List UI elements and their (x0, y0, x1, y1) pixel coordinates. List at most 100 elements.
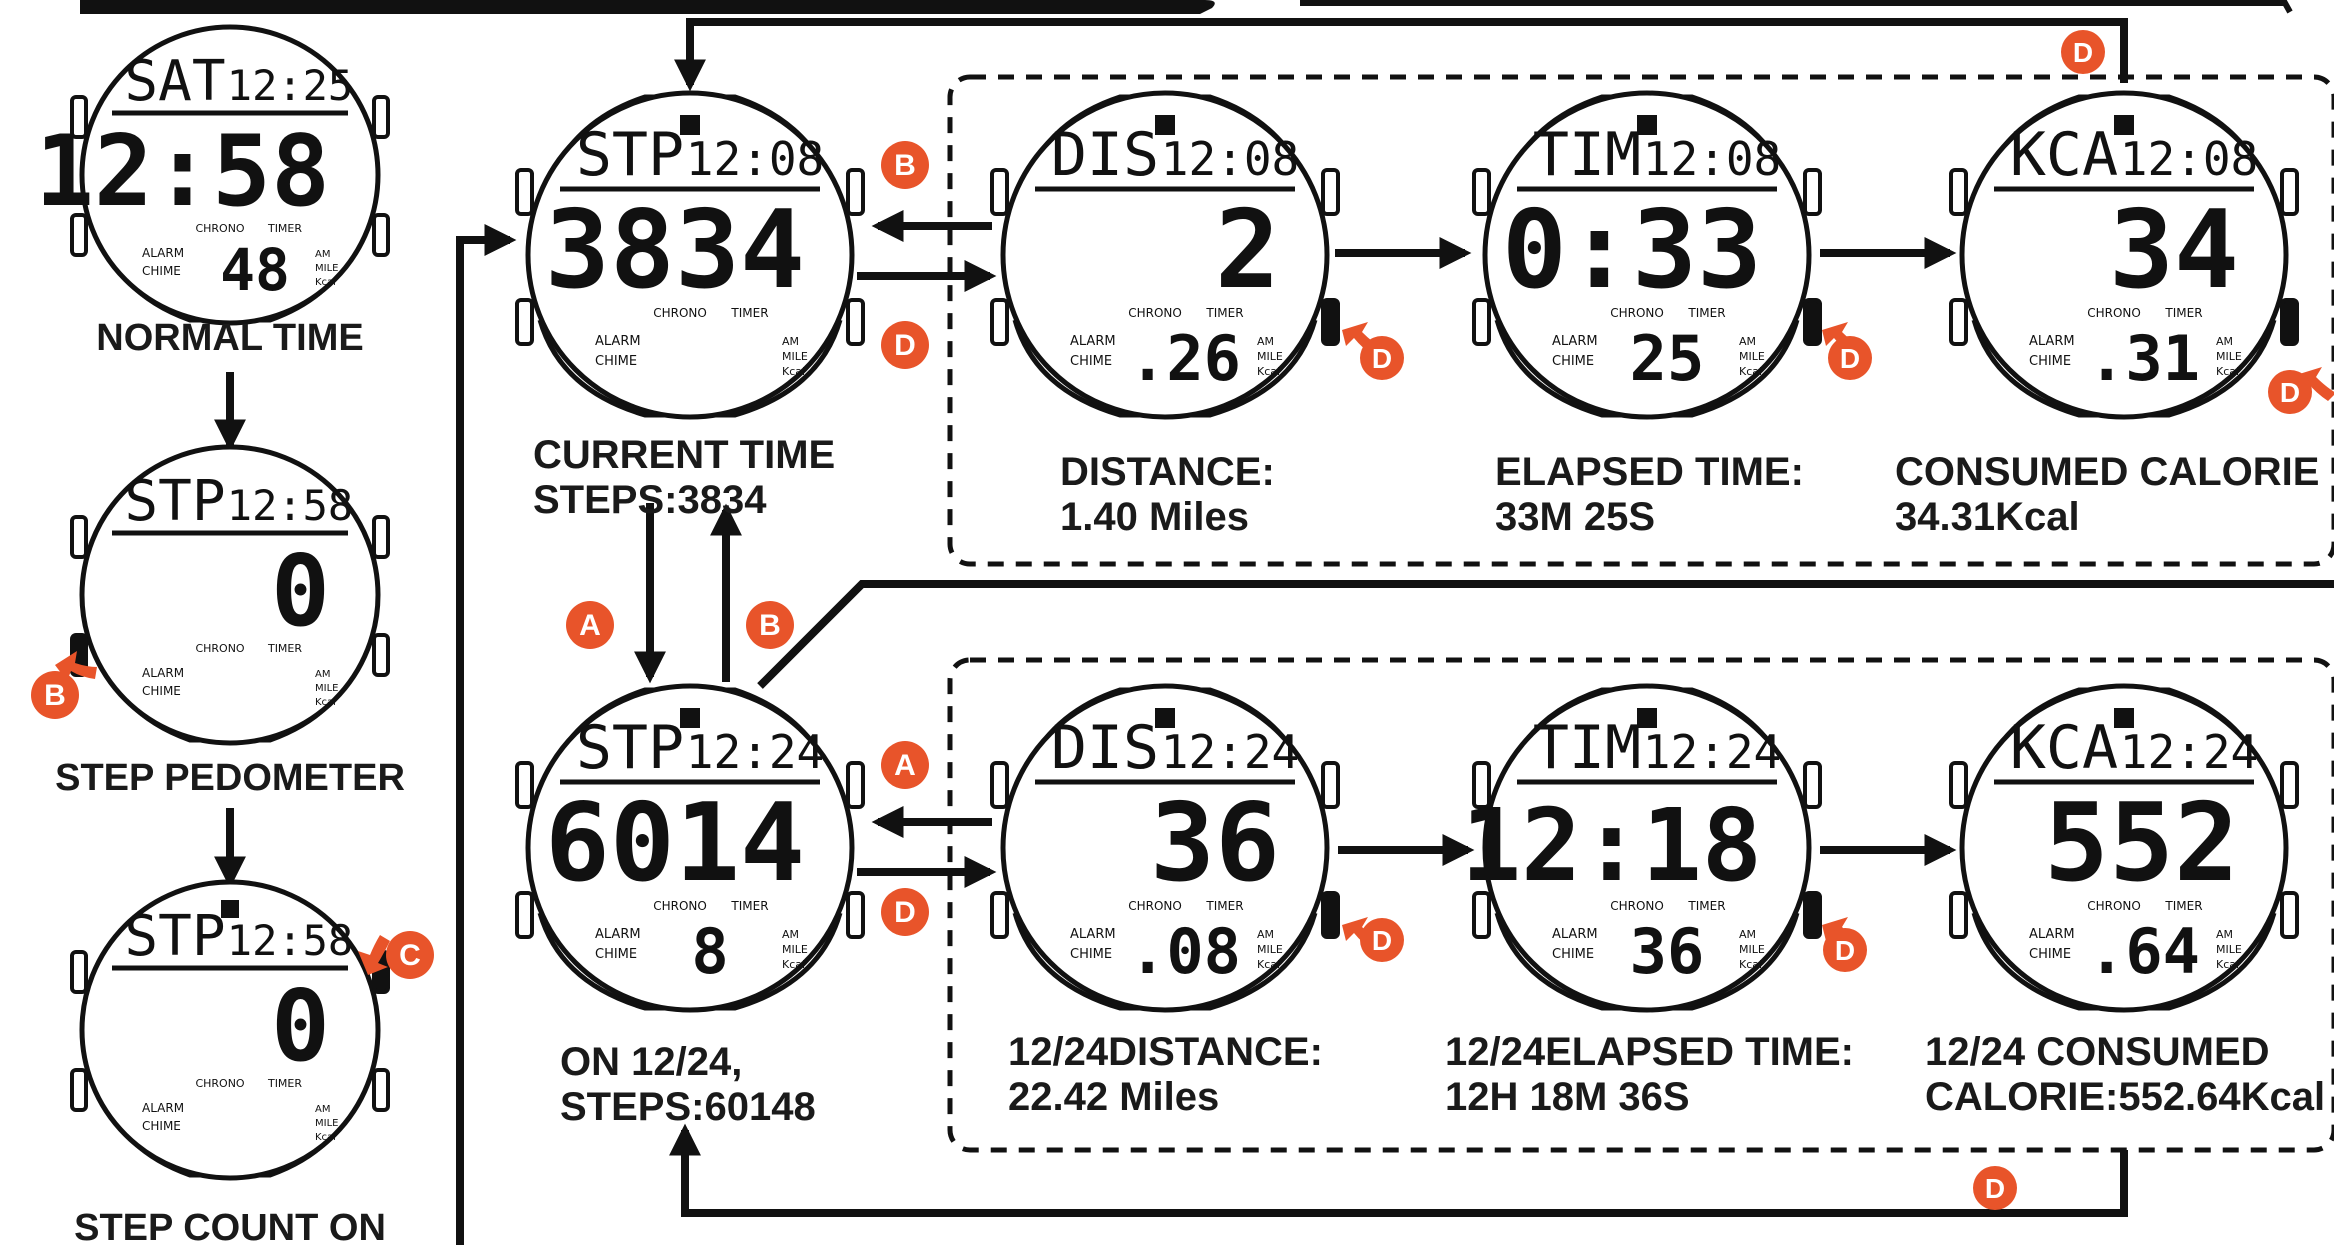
watch-am-label: AM (1257, 928, 1274, 941)
watch-button-right-bottom (372, 633, 390, 677)
watch-sub-digits: 8 (691, 915, 728, 988)
watch-button-right-top (1321, 761, 1340, 809)
watch-normal-time: SAT 12:25 12:58 CHRONO TIMER ALARM CHIME… (35, 24, 390, 326)
badge-c-count-label: C (399, 939, 421, 972)
watch-chrono-label: CHRONO (1610, 899, 1664, 913)
watch-button-right-top (1803, 761, 1822, 809)
caption-normal-time: NORMAL TIME (96, 317, 363, 359)
watch-am-label: AM (315, 249, 330, 260)
watch-kcal-label: Kcal (2216, 958, 2239, 971)
watch-button-right-top (846, 168, 865, 216)
watch-chrono-label: CHRONO (653, 899, 707, 913)
watch-sub-digits: .08 (1129, 915, 1241, 988)
watch-chrono-label: CHRONO (2087, 899, 2141, 913)
watch-button-left-top (1472, 168, 1491, 216)
caption-elapsed-line2: 33M 25S (1495, 495, 1655, 539)
watch-chime-label: CHIME (142, 264, 181, 278)
watch-step-pedometer: STP 12:58 0 CHRONO TIMER ALARM CHIME AM … (70, 444, 390, 746)
caption-calorie-line1: CONSUMED CALORIE (1895, 450, 2319, 494)
badge-a-left-label: A (579, 609, 601, 642)
watch-button-left-bottom (70, 1068, 88, 1112)
watch-top-right: 12:08 (686, 132, 824, 186)
watch-steps-1224: STP 12:24 6014 CHRONO TIMER ALARM CHIME … (515, 683, 865, 1013)
watch-button-left-top (70, 950, 88, 994)
watch-top-right: 12:24 (2120, 725, 2258, 779)
watch-chrono-label: CHRONO (1610, 306, 1664, 320)
caption-distance1224-line1: 12/24DISTANCE: (1008, 1030, 1323, 1074)
watch-distance: DIS 12:08 2 CHRONO TIMER ALARM CHIME .26… (990, 90, 1340, 420)
watch-top-left: STP (576, 120, 684, 190)
watch-elapsed-1224: TIM 12:24 12:18 CHRONO TIMER ALARM CHIME… (1461, 683, 1822, 1013)
watch-distance-1224: DIS 12:24 36 CHRONO TIMER ALARM CHIME .0… (990, 683, 1340, 1013)
watch-button-right-bottom (1803, 298, 1822, 346)
badge-d-calorie-label: D (2280, 377, 2300, 408)
watch-main-digits: 6014 (545, 781, 805, 906)
watch-button-right-top (1321, 168, 1340, 216)
loop-left (456, 224, 517, 1245)
watch-top-left: DIS (1051, 120, 1159, 190)
watch-button-right-top (846, 761, 865, 809)
watch-button-left-bottom (1949, 298, 1968, 346)
watch-chime-label: CHIME (1070, 947, 1112, 962)
watch-main-digits: 552 (2044, 781, 2239, 906)
watch-sub-digits: 36 (1630, 915, 1705, 988)
watch-chime-label: CHIME (142, 684, 181, 698)
watch-am-label: AM (782, 928, 799, 941)
caption-calorie-line2: 34.31Kcal (1895, 495, 2080, 539)
watch-top-right: 12:58 (227, 481, 353, 530)
watch-main-digits: 3834 (545, 188, 805, 313)
watch-mile-label: MILE (1257, 350, 1283, 363)
watch-top-right: 12:08 (1643, 132, 1781, 186)
watch-alarm-label: ALARM (142, 1101, 184, 1115)
watch-button-left-top (515, 168, 534, 216)
caption-elapsed-line1: ELAPSED TIME: (1495, 450, 1804, 494)
watch-alarm-label: ALARM (2029, 927, 2075, 942)
watch-button-right-top (372, 95, 390, 139)
badge-d-top-right-label: D (2073, 37, 2093, 68)
watch-button-right-bottom (372, 1068, 390, 1112)
watch-alarm-label: ALARM (1552, 334, 1598, 349)
watch-main-digits: 12:58 (35, 115, 330, 229)
watch-kcal-label: Kcal (782, 365, 805, 378)
watch-am-label: AM (1257, 335, 1274, 348)
badge-b-top-label: B (894, 149, 916, 182)
diagonal-link (757, 580, 2334, 689)
watch-button-left-top (990, 761, 1009, 809)
watch-main-digits: 0 (271, 970, 330, 1084)
watch-button-left-top (1949, 761, 1968, 809)
watch-am-label: AM (1739, 335, 1756, 348)
watch-top-right: 12:24 (686, 725, 824, 779)
watch-chime-label: CHIME (1552, 354, 1594, 369)
watch-button-right-bottom (1803, 891, 1822, 939)
watch-main-digits: 12:18 (1461, 787, 1762, 904)
watch-button-left-top (990, 168, 1009, 216)
watch-chime-label: CHIME (2029, 947, 2071, 962)
watch-top-right: 12:24 (1161, 725, 1299, 779)
watch-top-left: STP (576, 713, 684, 783)
watch-timer-label: TIMER (730, 899, 768, 913)
top-edge-bar-left (80, 0, 1215, 14)
watch-chime-label: CHIME (2029, 354, 2071, 369)
pedometer-flow-diagram: SAT 12:25 12:58 CHRONO TIMER ALARM CHIME… (31, 0, 2334, 1249)
watch-top-left: DIS (1051, 713, 1159, 783)
badge-b-middle-label: B (759, 609, 781, 642)
badge-d-distance-1224-label: D (1372, 925, 1392, 956)
watch-mile-label: MILE (1739, 350, 1765, 363)
watch-kcal-label: Kcal (315, 697, 336, 708)
watch-button-right-top (2280, 761, 2299, 809)
watch-kcal-label: Kcal (315, 277, 336, 288)
watch-chime-label: CHIME (595, 354, 637, 369)
badge-d-distance-label: D (1372, 343, 1392, 374)
watch-timer-label: TIMER (2164, 306, 2202, 320)
watch-sub-digits: 48 (220, 236, 290, 304)
watch-top-left: TIM (1533, 713, 1641, 783)
watch-main-digits: 36 (1150, 781, 1280, 906)
watch-mile-label: MILE (782, 943, 808, 956)
watch-timer-label: TIMER (267, 222, 302, 235)
caption-distance1224-line2: 22.42 Miles (1008, 1075, 1219, 1119)
watch-mile-label: MILE (315, 1118, 338, 1129)
watch-am-label: AM (315, 669, 330, 680)
watch-alarm-label: ALARM (142, 246, 184, 260)
watch-top-left: TIM (1533, 120, 1641, 190)
badge-d-elapsed-1224-label: D (1835, 935, 1855, 966)
